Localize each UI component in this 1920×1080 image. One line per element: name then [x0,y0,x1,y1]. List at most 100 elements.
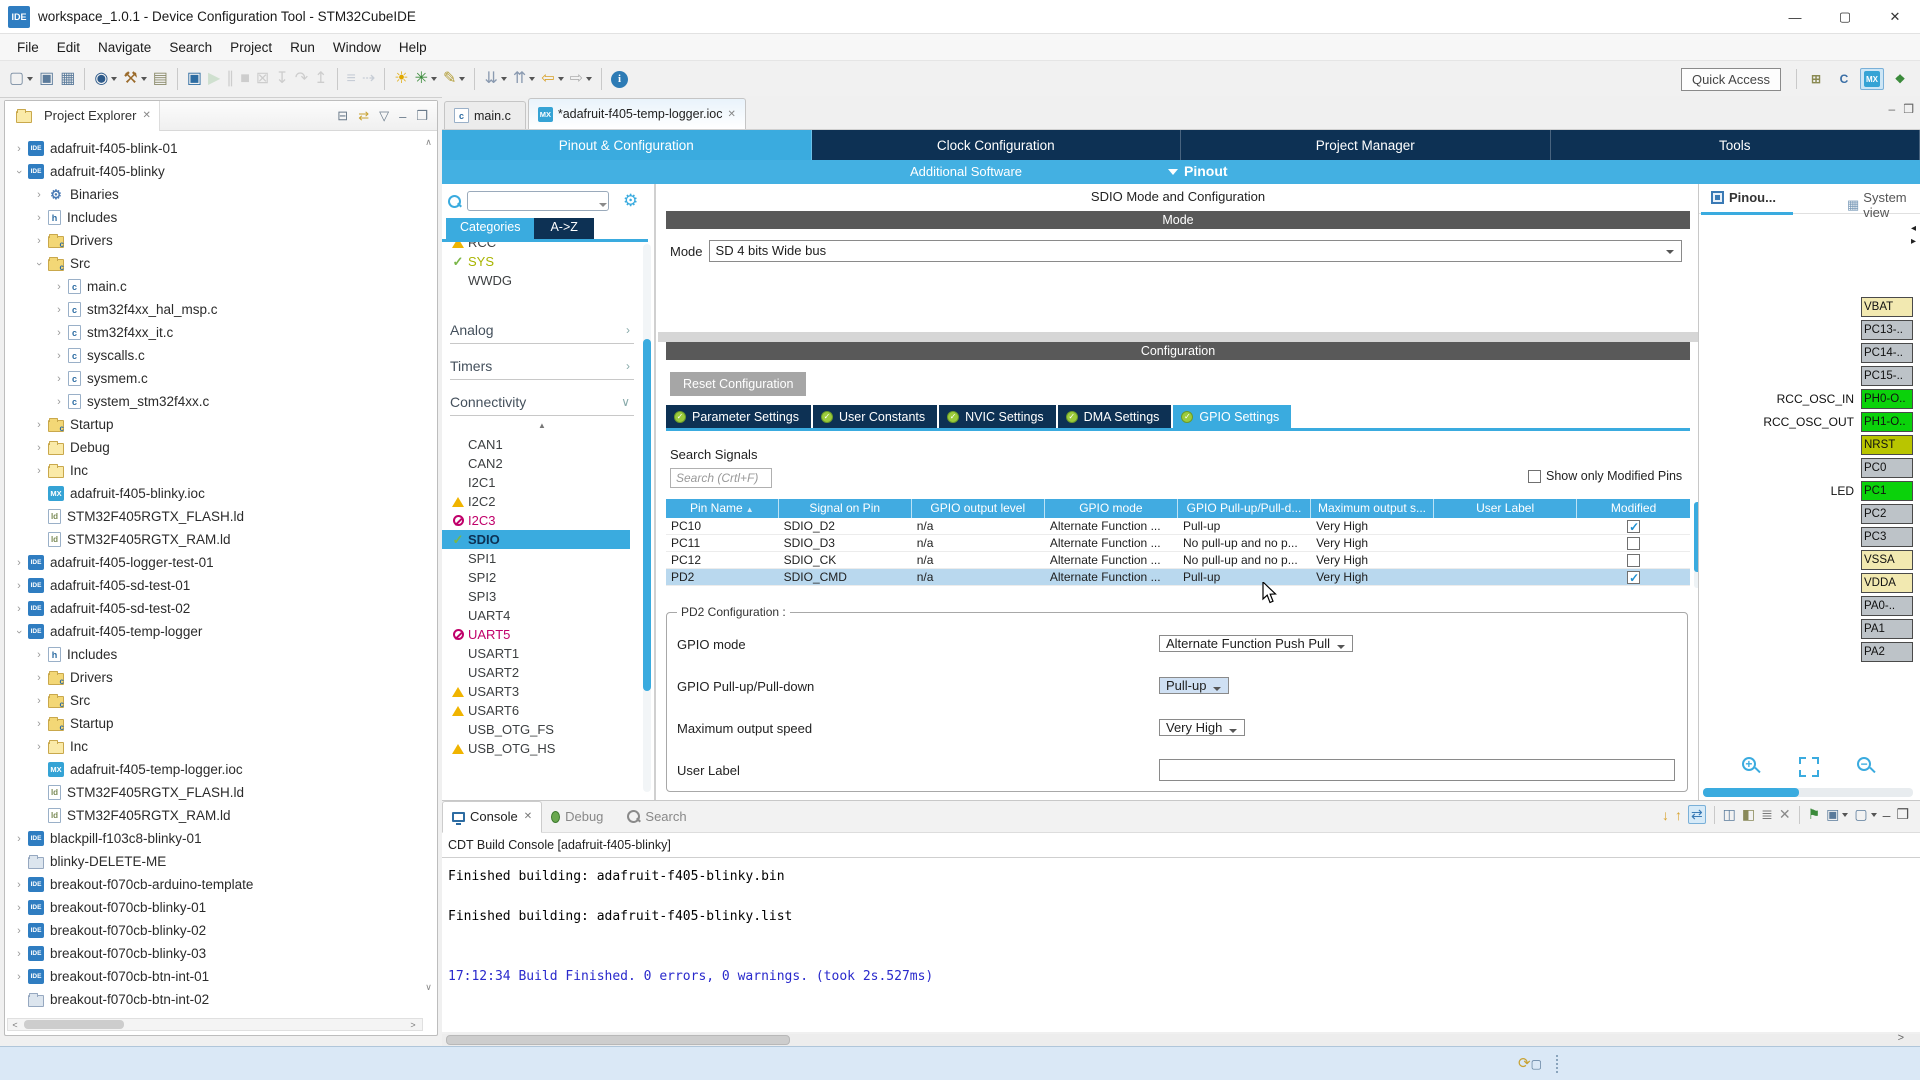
tab-categories[interactable]: Categories [446,218,534,239]
tree-item[interactable]: ldSTM32F405RGTX_FLASH.ld [5,505,423,528]
build-icon[interactable]: ⚒ [123,70,146,88]
tree-item[interactable]: ›IDEblackpill-f103c8-blinky-01 [5,827,423,850]
tree-item[interactable]: ›⚙Binaries [5,183,423,206]
console-output[interactable]: Finished building: adafruit-f405-blinky.… [442,859,1920,1031]
scroll-up-icon[interactable]: ↑ [1675,807,1682,823]
modified-checkbox[interactable] [1627,554,1640,567]
peripheral-usb_otg_hs[interactable]: USB_OTG_HS [442,739,642,758]
expander-icon[interactable]: › [33,672,45,684]
expander-icon[interactable]: › [13,833,25,845]
expander-icon[interactable]: › [33,695,45,707]
expander-icon[interactable]: › [53,373,65,385]
expander-icon[interactable]: › [33,419,45,431]
tree-item[interactable]: ›cmain.c [5,275,423,298]
open-perspective-icon[interactable]: ⊞ [1804,68,1828,90]
display-selected-console-icon[interactable]: ⇄ [1688,805,1706,824]
column-header-maximum-output-s-[interactable]: Maximum output s... [1311,499,1434,518]
tree-item[interactable]: blinky-DELETE-ME [5,850,423,873]
close-window-button[interactable]: ✕ [1870,0,1920,34]
dropdown-caret-icon[interactable] [586,77,592,81]
menu-window[interactable]: Window [324,37,390,58]
pin-box[interactable]: VSSA [1861,550,1913,570]
expander-icon[interactable]: › [13,166,25,178]
dropdown-caret-icon[interactable] [27,77,33,81]
pin-box[interactable]: NRST [1861,435,1913,455]
scroll-down-icon[interactable]: ∨ [422,982,435,993]
tab-tools[interactable]: Tools [1551,130,1920,160]
tree-item[interactable]: ›csysmem.c [5,367,423,390]
quick-access-button[interactable]: Quick Access [1681,68,1781,91]
pin-pa1[interactable]: PA1 [1699,619,1913,639]
tree-item[interactable]: ›Inc [5,735,423,758]
tree-item[interactable]: ›IDEbreakout-f070cb-blinky-02 [5,919,423,942]
maximize-view-icon[interactable]: ❒ [1896,806,1909,823]
peripheral-rcc[interactable]: RCC [442,242,642,252]
table-row-pd2[interactable]: PD2SDIO_CMDn/aAlternate Function ...Pull… [666,569,1690,586]
scroll-down-icon[interactable]: ↓ [1662,807,1669,823]
peripheral-group-connectivity[interactable]: Connectivity∨ [450,388,634,416]
peripheral-usart1[interactable]: USART1 [442,644,642,663]
open-console-window-icon[interactable]: ◫ [1723,806,1736,823]
pin-vdda[interactable]: VDDA [1699,573,1913,593]
peripheral-can2[interactable]: CAN2 [442,454,642,473]
peripheral-group-analog[interactable]: Analog› [450,316,634,344]
pin-box[interactable]: VDDA [1861,573,1913,593]
tree-item[interactable]: MXadafruit-f405-temp-logger.ioc [5,758,423,781]
expander-icon[interactable]: › [53,327,65,339]
tab-nvic-settings[interactable]: ✓NVIC Settings [939,405,1056,428]
pin-box[interactable]: PC3 [1861,527,1913,547]
column-header-gpio-pull-up-pull-d-[interactable]: GPIO Pull-up/Pull-d... [1178,499,1311,518]
pin-pc14[interactable]: PC14-.. [1699,343,1913,363]
table-row-pc12[interactable]: PC12SDIO_CKn/aAlternate Function ...No p… [666,552,1690,569]
dropdown-caret-icon[interactable] [1871,813,1877,817]
close-tab-icon[interactable]: ✕ [728,109,736,120]
zoom-in-icon[interactable]: + [1742,757,1762,777]
expander-icon[interactable]: › [13,925,25,937]
collapse-all-icon[interactable]: ⊟ [337,108,348,124]
project-tree-vertical-scrollbar[interactable]: ∧ ∨ [422,135,435,1009]
peripheral-search-input[interactable] [467,191,609,211]
tree-item[interactable]: ›Src [5,252,423,275]
tree-item[interactable]: breakout-f070cb-btn-int-02 [5,988,423,1007]
peripheral-usart3[interactable]: USART3 [442,682,642,701]
collapse-right-icon[interactable]: ▸ [1911,235,1916,248]
dropdown-caret-icon[interactable] [529,77,535,81]
last-edit-location-icon[interactable]: ⇊ [484,70,506,88]
tree-item[interactable]: ›Debug [5,436,423,459]
scrollbar-thumb[interactable] [24,1020,124,1029]
minimize-view-icon[interactable]: – [1883,807,1891,823]
tab-a-to-z[interactable]: A->Z [534,218,593,239]
field-select[interactable]: Pull-up [1159,677,1229,694]
scroll-right-icon[interactable]: > [406,1020,420,1030]
pin-pa0[interactable]: PA0-.. [1699,596,1913,616]
pin-box[interactable]: PA1 [1861,619,1913,639]
editor-tab-main-c[interactable]: c main.c [444,101,526,129]
tree-item[interactable]: ›hIncludes [5,643,423,666]
list-scroll-up-icon[interactable]: ▲ [442,421,642,435]
editor-tab-ioc[interactable]: MX *adafruit-f405-temp-logger.ioc ✕ [528,98,746,129]
pin-pc15[interactable]: PC15-.. [1699,366,1913,386]
expander-icon[interactable]: › [53,304,65,316]
sash-collapse-handles[interactable]: ◂ ▸ [1911,222,1916,248]
tree-item[interactable]: ›IDEadafruit-f405-sd-test-01 [5,574,423,597]
expander-icon[interactable]: › [33,212,45,224]
dropdown-caret-icon[interactable] [1842,813,1848,817]
save-icon[interactable]: ▣ [39,70,54,88]
pin-box[interactable]: PA0-.. [1861,596,1913,616]
peripheral-i2c2[interactable]: I2C2 [442,492,642,511]
peripheral-uart5[interactable]: UART5 [442,625,642,644]
peripheral-sys[interactable]: ✓SYS [442,252,642,271]
peripheral-usb_otg_fs[interactable]: USB_OTG_FS [442,720,642,739]
tree-item[interactable]: ›Startup [5,712,423,735]
column-header-user-label[interactable]: User Label [1434,499,1577,518]
tab-console[interactable]: Console ✕ [442,801,542,833]
peripheral-spi1[interactable]: SPI1 [442,549,642,568]
code-suggestion-icon[interactable]: ☀ [394,70,408,88]
menu-search[interactable]: Search [160,37,221,58]
pin-pc0[interactable]: PC0 [1699,458,1913,478]
tree-item[interactable]: ›Drivers [5,229,423,252]
tree-item[interactable]: ›IDEadafruit-f405-logger-test-01 [5,551,423,574]
field-select[interactable]: Very High [1159,719,1245,736]
save-all-icon[interactable]: ▦ [60,70,75,88]
tree-item[interactable]: ldSTM32F405RGTX_RAM.ld [5,804,423,827]
